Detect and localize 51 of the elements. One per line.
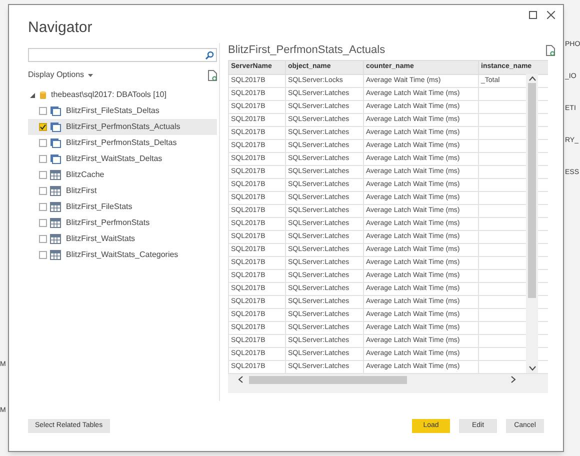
checkbox[interactable]: [39, 187, 47, 195]
table-icon: [50, 250, 61, 260]
tree-item[interactable]: BlitzFirst: [28, 183, 217, 199]
tree-item[interactable]: BlitzFirst_FileStats: [28, 199, 217, 215]
view-icon: [50, 138, 61, 148]
scroll-right-icon[interactable]: [511, 376, 516, 383]
checkbox[interactable]: [39, 171, 47, 179]
checkmark-icon: [40, 124, 46, 130]
checkbox[interactable]: [39, 123, 47, 131]
display-options-dropdown[interactable]: Display Options: [28, 69, 94, 81]
view-icon: [50, 154, 61, 164]
table-icon: [50, 218, 61, 228]
table-icon: [50, 202, 61, 212]
tree-item[interactable]: BlitzFirst_PerfmonStats: [28, 215, 217, 231]
tree-item[interactable]: BlitzFirst_WaitStats_Deltas: [28, 151, 217, 167]
close-icon[interactable]: [547, 11, 555, 19]
tree-item[interactable]: BlitzFirst_PerfmonStats_Deltas: [28, 135, 217, 151]
checkbox[interactable]: [39, 235, 47, 243]
checkbox[interactable]: [39, 251, 47, 259]
checkbox[interactable]: [39, 107, 47, 115]
preview-title: BlitzFirst_PerfmonStats_Actuals: [228, 43, 386, 57]
refresh-document-icon[interactable]: [208, 70, 217, 80]
maximize-icon[interactable]: [529, 11, 537, 19]
view-icon: [50, 122, 61, 132]
scroll-down-icon[interactable]: [528, 366, 536, 371]
tree-item[interactable]: BlitzCache: [28, 167, 217, 183]
view-icon: [50, 106, 61, 116]
tree-item[interactable]: BlitzFirst_PerfmonStats_Actuals: [28, 119, 217, 135]
checkbox[interactable]: [39, 203, 47, 211]
vertical-scrollbar[interactable]: [526, 74, 538, 373]
tree-item[interactable]: BlitzFirst_WaitStats_Categories: [28, 247, 217, 263]
table-icon: [50, 186, 61, 196]
database-icon: [40, 90, 46, 100]
table-icon: [50, 170, 61, 180]
checkbox[interactable]: [39, 155, 47, 163]
window-title: Navigator: [27, 19, 92, 37]
refresh-document-icon[interactable]: [546, 44, 555, 56]
tree-item[interactable]: BlitzFirst_WaitStats: [28, 231, 217, 247]
scroll-up-icon[interactable]: [528, 76, 536, 81]
checkbox[interactable]: [39, 139, 47, 147]
expanded-triangle-icon[interactable]: [30, 92, 35, 98]
database-label[interactable]: thebeast\sql2017: DBATools [10]: [51, 89, 166, 101]
tree-item[interactable]: BlitzFirst_FileStats_Deltas: [28, 103, 217, 119]
scroll-thumb[interactable]: [528, 83, 536, 298]
search-icon: [205, 50, 214, 60]
table-icon: [50, 234, 61, 244]
checkbox[interactable]: [39, 219, 47, 227]
caret-icon: [88, 74, 94, 76]
scroll-thumb[interactable]: [249, 376, 407, 384]
search-field[interactable]: [28, 48, 217, 62]
scroll-left-icon[interactable]: [238, 376, 243, 383]
